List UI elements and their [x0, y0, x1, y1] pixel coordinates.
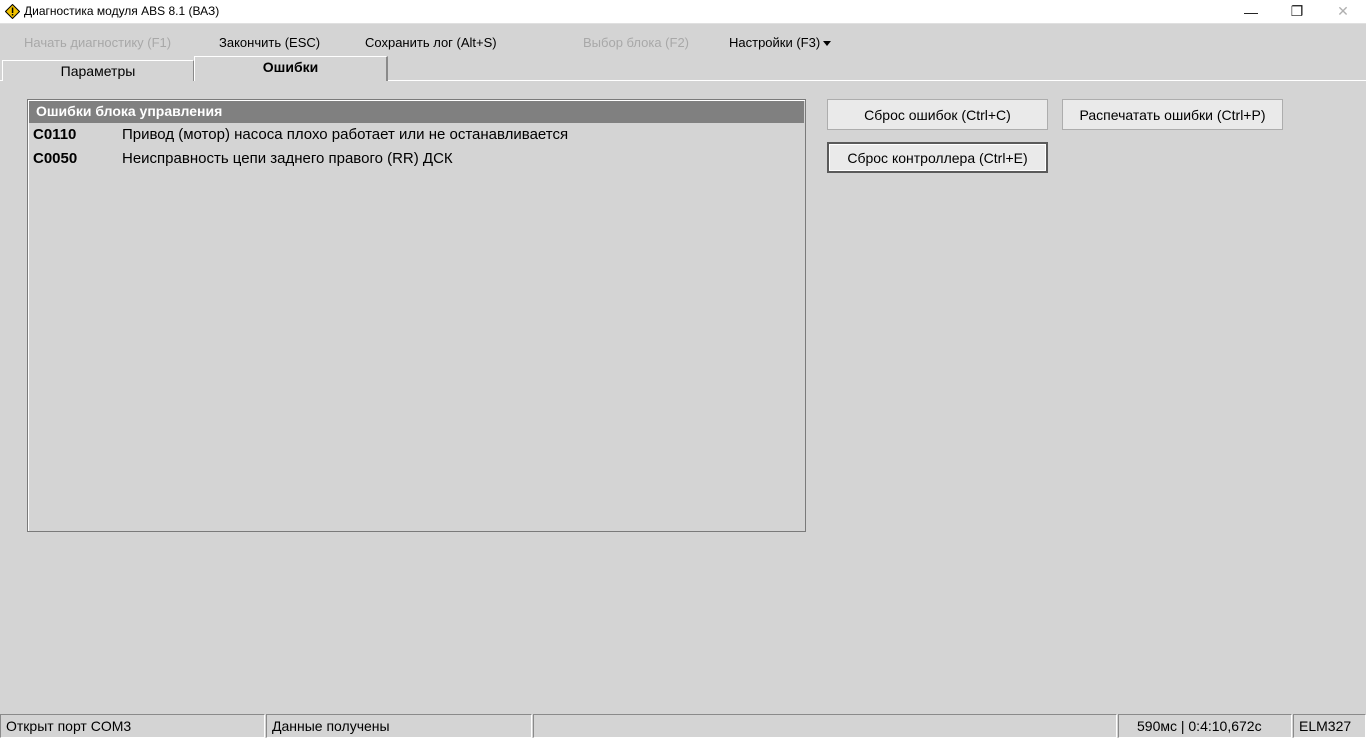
print-errors-button[interactable]: Распечатать ошибки (Ctrl+P) — [1062, 99, 1283, 130]
errors-panel: Ошибки блока управления C0110 Привод (мо… — [27, 99, 806, 532]
status-timing: 590мс | 0:4:10,672с — [1118, 714, 1292, 738]
close-button[interactable]: ✕ — [1320, 0, 1366, 23]
print-errors-label: Распечатать ошибки (Ctrl+P) — [1079, 106, 1266, 123]
tab-parameters-label: Параметры — [60, 63, 136, 79]
menu-save-log[interactable]: Сохранить лог (Alt+S) — [365, 35, 497, 50]
status-port: Открыт порт COM3 — [0, 714, 265, 738]
menu-bar: Начать диагностику (F1) Закончить (ESC) … — [0, 24, 1366, 58]
errors-panel-header: Ошибки блока управления — [29, 101, 804, 123]
title-bar: Диагностика модуля ABS 8.1 (ВАЗ) — ❐ ✕ — [0, 0, 1366, 24]
menu-settings[interactable]: Настройки (F3) — [729, 35, 832, 50]
reset-errors-label: Сброс ошибок (Ctrl+C) — [864, 106, 1011, 123]
minimize-icon: — — [1244, 3, 1258, 20]
error-description: Неисправность цепи заднего правого (RR) … — [122, 150, 453, 167]
close-icon: ✕ — [1337, 3, 1349, 19]
menu-settings-label: Настройки (F3) — [729, 35, 821, 50]
restore-button[interactable]: ❐ — [1274, 0, 1320, 23]
status-bar: Открыт порт COM3 Данные получены 590мс |… — [0, 712, 1366, 738]
app-warning-icon — [5, 4, 20, 19]
status-empty — [533, 714, 1117, 738]
menu-finish[interactable]: Закончить (ESC) — [219, 35, 320, 50]
status-adapter: ELM327 — [1293, 714, 1366, 738]
reset-controller-button[interactable]: Сброс контроллера (Ctrl+E) — [827, 142, 1048, 173]
menu-start-diagnostics[interactable]: Начать диагностику (F1) — [24, 35, 171, 50]
tab-errors-label: Ошибки — [262, 59, 319, 75]
error-description: Привод (мотор) насоса плохо работает или… — [122, 126, 569, 143]
error-code: C0110 — [33, 126, 77, 143]
reset-controller-label: Сброс контроллера (Ctrl+E) — [847, 149, 1028, 166]
tab-parameters[interactable]: Параметры — [2, 60, 194, 81]
menu-select-block[interactable]: Выбор блока (F2) — [583, 35, 689, 50]
restore-icon: ❐ — [1290, 3, 1304, 19]
tab-errors[interactable]: Ошибки — [194, 56, 388, 81]
window-title: Диагностика модуля ABS 8.1 (ВАЗ) — [24, 4, 220, 18]
error-code: C0050 — [33, 150, 78, 167]
status-data: Данные получены — [266, 714, 532, 738]
minimize-button[interactable]: — — [1228, 0, 1274, 23]
caret-down-icon — [823, 41, 832, 47]
reset-errors-button[interactable]: Сброс ошибок (Ctrl+C) — [827, 99, 1048, 130]
